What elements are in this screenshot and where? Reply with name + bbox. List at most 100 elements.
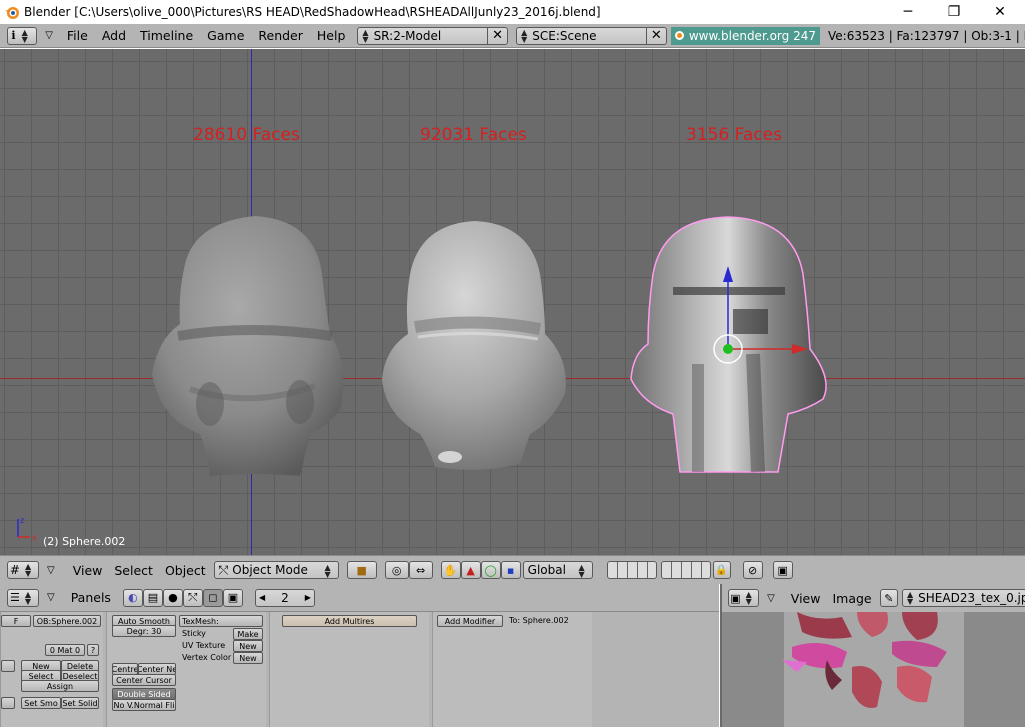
vertex-color-new-button[interactable]: New bbox=[233, 652, 263, 664]
no-normal-flip-toggle[interactable]: No V.Normal Fli bbox=[112, 699, 176, 711]
menu-add[interactable]: Add bbox=[102, 28, 126, 43]
mode-selector[interactable]: ⤲ Object Mode ▲ ▼ bbox=[213, 561, 339, 579]
editing-context-button[interactable]: ◻ bbox=[202, 588, 223, 607]
editor-type-button[interactable]: ▣ ▲ ▼ bbox=[728, 589, 760, 607]
next-frame-icon[interactable]: ▶ bbox=[305, 593, 311, 602]
blender-link[interactable]: www.blender.org 247 bbox=[670, 26, 820, 45]
pin-button[interactable]: ✎ bbox=[879, 589, 898, 607]
layer-buttons-2[interactable] bbox=[660, 561, 711, 579]
snap-button[interactable]: ⇔ bbox=[408, 561, 433, 579]
head-mesh-rough[interactable] bbox=[150, 214, 350, 479]
menu-image[interactable]: Image bbox=[832, 591, 871, 606]
head-mesh-smooth[interactable] bbox=[380, 219, 570, 474]
close-screen-icon[interactable]: ✕ bbox=[487, 27, 507, 44]
screen-name: SR:2-Model bbox=[373, 28, 442, 43]
manipulator-toggle[interactable]: ✋ bbox=[440, 561, 461, 579]
layer-buttons-1[interactable] bbox=[606, 561, 657, 579]
script-icon: ▤ bbox=[147, 591, 159, 604]
logic-context-button[interactable]: ◐ bbox=[122, 588, 143, 607]
shading-context-button[interactable]: ● bbox=[162, 588, 183, 607]
link-icon: ⊘ bbox=[748, 563, 758, 577]
collapse-menu-icon[interactable]: ▽ bbox=[47, 565, 55, 576]
frame-field[interactable]: ◀ 2 ▶ bbox=[254, 588, 315, 607]
scene-context-button[interactable]: ▣ bbox=[222, 588, 243, 607]
scale-button[interactable]: ▪ bbox=[500, 561, 521, 579]
menu-timeline[interactable]: Timeline bbox=[140, 28, 193, 43]
material-help-button[interactable]: ? bbox=[87, 644, 99, 656]
texmesh-field[interactable]: TexMesh: bbox=[179, 615, 263, 627]
collapse-menu-icon[interactable]: ▽ bbox=[47, 592, 55, 603]
modifiers-panel: Add Modifier To: Sphere.002 bbox=[432, 612, 592, 727]
head-mesh-lowpoly-selected[interactable] bbox=[628, 214, 828, 476]
face-count-label-1: 28610 Faces bbox=[193, 125, 300, 145]
menu-view[interactable]: View bbox=[791, 591, 821, 606]
menu-select[interactable]: Select bbox=[114, 563, 153, 578]
scene-stats: Ve:63523 | Fa:123797 | Ob:3-1 | La bbox=[828, 28, 1025, 43]
editor-type-button[interactable]: ☰ ▲ ▼ bbox=[7, 588, 39, 607]
modifier-target-label: To: Sphere.002 bbox=[509, 616, 569, 625]
link-scene-button[interactable]: ⊘ bbox=[742, 561, 763, 579]
lock-layers-button[interactable]: 🔒 bbox=[712, 561, 731, 579]
orientation-selector[interactable]: Global ▲ ▼ bbox=[522, 561, 593, 579]
blender-logo-icon bbox=[5, 7, 19, 19]
assign-material-button[interactable]: Assign bbox=[21, 680, 99, 692]
rotate-button[interactable]: ◯ bbox=[480, 561, 501, 579]
lock-icon: 🔒 bbox=[715, 564, 728, 576]
maximize-button[interactable]: ❐ bbox=[931, 0, 977, 24]
3d-viewport[interactable]: 28610 Faces 92031 Faces 3156 Faces z x (… bbox=[0, 49, 1025, 555]
f-button[interactable]: F bbox=[1, 615, 31, 627]
menu-game[interactable]: Game bbox=[207, 28, 244, 43]
screen-selector[interactable]: ▲ ▼ SR:2-Model ✕ bbox=[357, 26, 509, 45]
texture-preview[interactable] bbox=[722, 612, 1025, 727]
add-multires-button[interactable]: Add Multires bbox=[282, 615, 417, 627]
material-index-field[interactable]: 0 Mat 0 bbox=[45, 644, 85, 656]
prev-frame-icon[interactable]: ◀ bbox=[259, 593, 265, 602]
updown-icon: ▲ ▼ bbox=[362, 27, 369, 44]
material-slot-indicator bbox=[1, 660, 15, 672]
close-button[interactable]: ✕ bbox=[977, 0, 1023, 24]
menu-file[interactable]: File bbox=[67, 28, 88, 43]
image-selector[interactable]: ▲ ▼ SHEAD23_tex_0.jp bbox=[902, 589, 1025, 607]
uv-texture-new-button[interactable]: New bbox=[233, 640, 263, 652]
close-scene-icon[interactable]: ✕ bbox=[645, 27, 666, 44]
image-icon: ▣ bbox=[777, 563, 788, 577]
triangle-icon: ▲ bbox=[466, 563, 475, 577]
pivot-button[interactable]: ◎ bbox=[384, 561, 409, 579]
draw-type-button[interactable]: ■ bbox=[346, 561, 377, 579]
window-titlebar: Blender [C:\Users\olive_000\Pictures\RS … bbox=[0, 0, 1025, 24]
buttons-window: ☰ ▲ ▼ ▽ Panels ◐ ▤ ● ⤲ ◻ ▣ ◀ 2 ▶ F OB:Sph… bbox=[0, 584, 719, 727]
set-smooth-button[interactable]: Set Smo bbox=[21, 697, 61, 709]
menu-help[interactable]: Help bbox=[317, 28, 346, 43]
list-icon: ☰ bbox=[9, 591, 20, 604]
sphere-icon: ● bbox=[168, 591, 178, 604]
set-solid-button[interactable]: Set Solid bbox=[61, 697, 99, 709]
rotate-icon: ◯ bbox=[484, 563, 497, 577]
render-view-button[interactable]: ▣ bbox=[772, 561, 793, 579]
add-modifier-button[interactable]: Add Modifier bbox=[437, 615, 503, 627]
sticky-make-button[interactable]: Make bbox=[233, 628, 263, 640]
translate-button[interactable]: ▲ bbox=[460, 561, 481, 579]
menu-view[interactable]: View bbox=[73, 563, 103, 578]
scene-selector[interactable]: ▲ ▼ SCE:Scene ✕ bbox=[516, 26, 667, 45]
vertex-color-label: Vertex Color bbox=[182, 653, 232, 662]
centre-cursor-button[interactable]: Center Cursor bbox=[112, 674, 176, 686]
script-context-button[interactable]: ▤ bbox=[142, 588, 163, 607]
window-title: Blender [C:\Users\olive_000\Pictures\RS … bbox=[24, 5, 601, 19]
menu-render[interactable]: Render bbox=[258, 28, 303, 43]
collapse-menu-icon[interactable]: ▽ bbox=[767, 593, 775, 604]
multires-panel: Add Multires bbox=[269, 612, 429, 727]
panels-menu[interactable]: Panels bbox=[71, 590, 111, 605]
editor-type-button[interactable]: # ▲ ▼ bbox=[7, 561, 39, 579]
collapse-menu-icon[interactable]: ▽ bbox=[45, 30, 53, 41]
mesh-panel: Auto Smooth Degr: 30 Centre Center Ne Ce… bbox=[106, 612, 266, 727]
smooth-degree-field[interactable]: Degr: 30 bbox=[112, 625, 176, 637]
object-mode-icon: ⤲ bbox=[218, 562, 229, 577]
object-context-button[interactable]: ⤲ bbox=[182, 588, 203, 607]
hand-icon: ✋ bbox=[443, 563, 458, 577]
menu-object[interactable]: Object bbox=[165, 563, 206, 578]
info-icon: i bbox=[11, 29, 16, 42]
grid-icon: # bbox=[9, 563, 20, 577]
editor-type-button[interactable]: i ▲ ▼ bbox=[7, 26, 38, 45]
object-name-field[interactable]: OB:Sphere.002 bbox=[33, 615, 101, 627]
minimize-button[interactable]: ─ bbox=[885, 0, 931, 24]
